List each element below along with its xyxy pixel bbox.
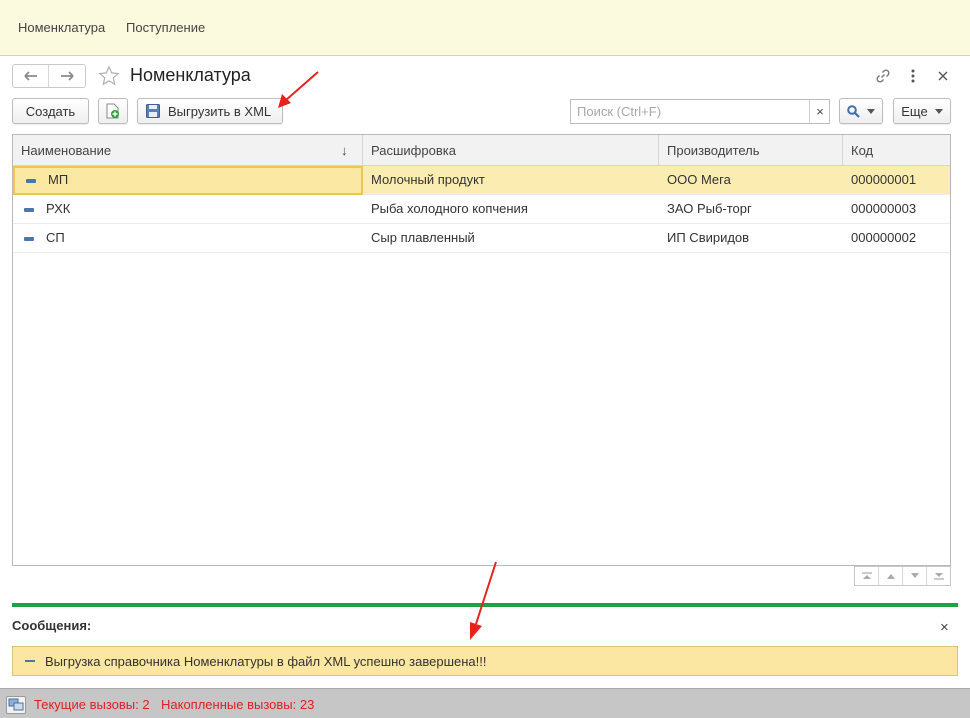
scroll-down-button[interactable] (903, 567, 927, 585)
export-xml-label: Выгрузить в XML (168, 103, 272, 119)
column-header-code[interactable]: Код (843, 135, 950, 166)
item-icon (26, 178, 36, 183)
favorite-button[interactable] (96, 64, 122, 88)
export-xml-button[interactable]: Выгрузить в XML (137, 98, 283, 124)
item-icon (24, 207, 34, 212)
table-scroll-controls (854, 566, 951, 586)
message-marker-icon (25, 660, 35, 662)
accumulated-calls-counter: Накопленные вызовы: 23 (161, 697, 315, 712)
cell-code: 000000003 (851, 201, 917, 216)
column-header-name[interactable]: Наименование ↓ (13, 135, 363, 166)
status-bar: Текущие вызовы: 2 Накопленные вызовы: 23 (0, 688, 970, 718)
messages-divider (12, 603, 958, 607)
cell-code: 000000002 (851, 230, 917, 245)
scroll-to-top-button[interactable] (855, 567, 879, 585)
column-header-description[interactable]: Расшифровка (363, 135, 659, 166)
cell-name: СП (13, 224, 363, 253)
cell-code: 000000001 (851, 172, 917, 187)
cell-name: МП (13, 166, 363, 195)
annotation-arrow-icon (470, 561, 497, 640)
history-nav (12, 64, 86, 88)
search-clear-button[interactable]: × (809, 100, 830, 123)
chevron-down-icon (934, 108, 943, 114)
table-row[interactable]: СП Сыр плавленный ИП Свиридов 000000002 (13, 224, 950, 253)
cell-description: Рыба холодного копчения (371, 201, 528, 216)
save-disk-icon (146, 104, 160, 118)
close-form-button[interactable] (934, 67, 952, 85)
column-header-maker[interactable]: Производитель (659, 135, 843, 166)
create-button[interactable]: Создать (12, 98, 89, 124)
table-row[interactable]: МП Молочный продукт ООО Мега 000000001 (13, 166, 950, 195)
table-row[interactable]: РХК Рыба холодного копчения ЗАО Рыб-торг… (13, 195, 950, 224)
cell-maker: ЗАО Рыб-торг (667, 201, 752, 216)
kebab-menu-icon (911, 69, 915, 83)
link-button[interactable] (874, 67, 892, 85)
search-input[interactable] (571, 100, 809, 123)
section-nomenclature[interactable]: Номенклатура (18, 20, 105, 35)
chevron-down-icon (867, 108, 875, 114)
search-icon (847, 104, 860, 118)
back-button[interactable] (13, 65, 49, 87)
performance-monitor-button[interactable] (6, 696, 26, 714)
close-icon (938, 71, 948, 81)
form-title: Номенклатура (130, 65, 251, 85)
chevron-down-icon (910, 573, 919, 578)
add-copy-icon (106, 103, 119, 119)
table-header: Наименование ↓ Расшифровка Производитель… (13, 135, 950, 166)
more-button[interactable]: Еще (893, 98, 951, 124)
search-field: × (570, 99, 830, 124)
forward-button[interactable] (49, 65, 85, 87)
message-item[interactable]: Выгрузка справочника Номенклатуры в файл… (12, 646, 958, 676)
arrow-right-icon (61, 71, 74, 81)
sort-descending-icon: ↓ (341, 143, 348, 158)
section-receipts[interactable]: Поступление (126, 20, 205, 35)
arrow-left-icon (23, 71, 37, 81)
nomenclature-table: Наименование ↓ Расшифровка Производитель… (12, 134, 951, 566)
copy-button[interactable] (98, 98, 128, 124)
cell-description: Сыр плавленный (371, 230, 475, 245)
more-actions-button[interactable] (904, 67, 922, 85)
cell-maker: ИП Свиридов (667, 230, 750, 245)
messages-title: Сообщения: (12, 618, 92, 633)
link-icon (876, 69, 890, 83)
double-chevron-up-icon (861, 572, 872, 579)
cell-name: РХК (13, 195, 363, 224)
section-panel: Номенклатура Поступление (0, 0, 970, 56)
cell-description: Молочный продукт (371, 172, 485, 187)
message-text: Выгрузка справочника Номенклатуры в файл… (45, 654, 487, 669)
chevron-up-icon (886, 574, 895, 579)
double-chevron-down-icon (933, 573, 944, 580)
scroll-to-bottom-button[interactable] (927, 567, 950, 585)
performance-monitor-icon (8, 698, 24, 711)
messages-close-button[interactable]: × (940, 619, 949, 636)
cell-maker: ООО Мега (667, 172, 731, 187)
star-icon (98, 65, 120, 86)
scroll-up-button[interactable] (879, 567, 903, 585)
more-label: Еще (901, 103, 928, 119)
search-options-button[interactable] (839, 98, 883, 124)
current-calls-counter: Текущие вызовы: 2 (34, 697, 150, 712)
item-icon (24, 236, 34, 241)
